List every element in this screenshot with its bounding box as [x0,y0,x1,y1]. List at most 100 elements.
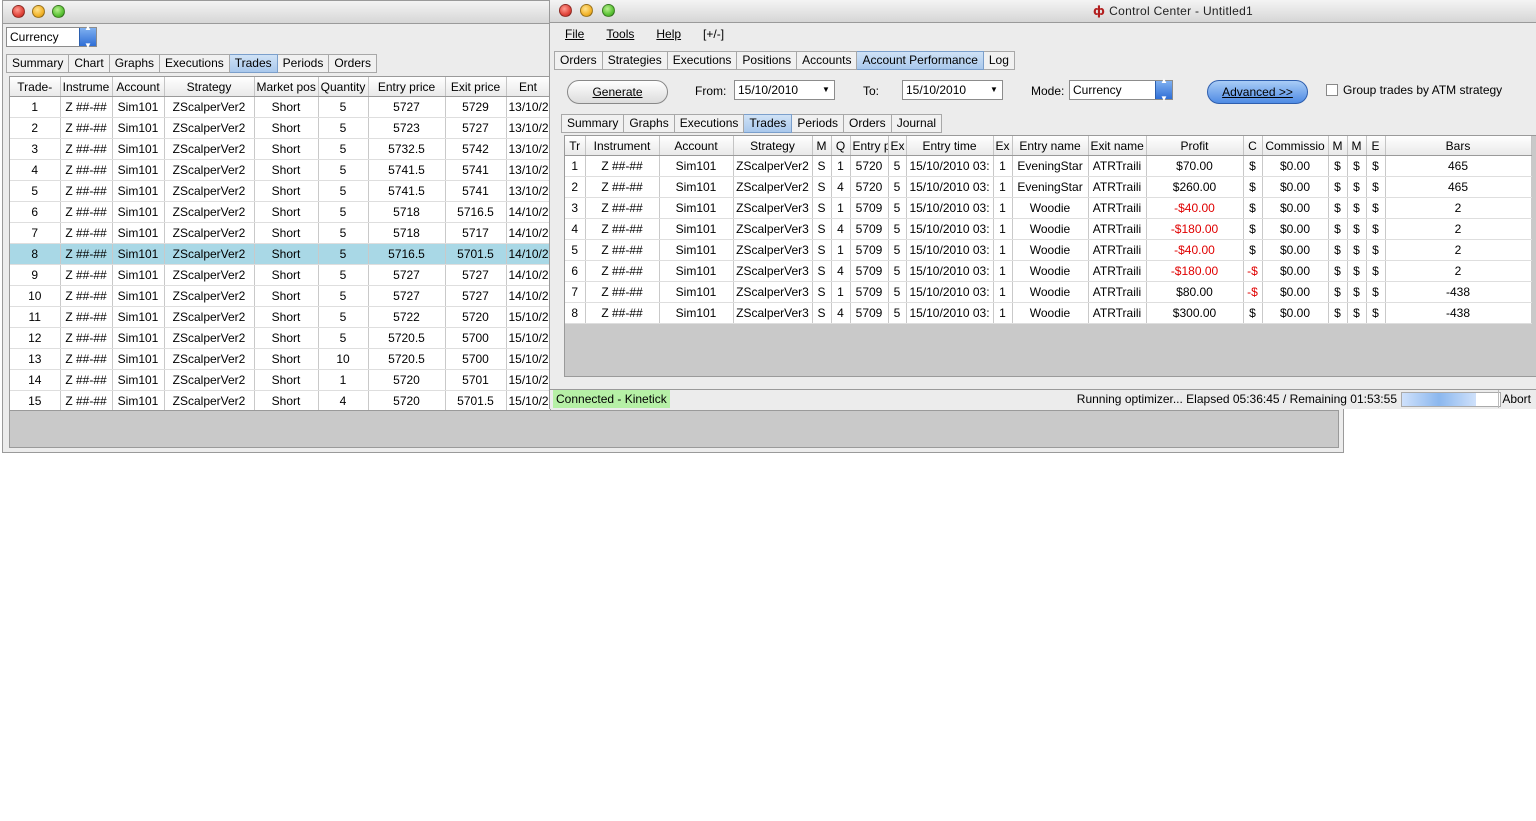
from-date-picker[interactable]: 15/10/2010 ▼ [734,80,835,100]
table-cell: $ [1366,155,1386,177]
column-header-m-16[interactable]: M [1347,136,1367,156]
left-tab-periods[interactable]: Periods [277,54,330,73]
mode-select[interactable]: Currency ▲ ▼ [1069,76,1173,103]
column-header-ex-7[interactable]: Ex [888,136,907,156]
table-cell: $ [1328,218,1348,240]
table-cell: 14 [10,369,61,391]
table-row[interactable]: 3Z ##-## Sim101 ZScalperVer3 S 1 5709 5 15/10/2… [565,197,1532,219]
column-header-trade-0[interactable]: Trade- [10,77,61,97]
close-icon[interactable] [559,4,572,17]
table-cell: S [812,302,832,324]
left-tab-orders[interactable]: Orders [329,54,378,73]
zoom-icon[interactable] [602,4,615,17]
subtab-journal[interactable]: Journal [891,114,943,133]
left-tab-executions[interactable]: Executions [160,54,230,73]
column-header-entry-p-6[interactable]: Entry p [850,136,889,156]
column-header-exit-price-7[interactable]: Exit price [445,77,507,97]
column-header-strategy-3[interactable]: Strategy [733,136,813,156]
minimize-icon[interactable] [32,5,45,18]
table-row[interactable]: 7Z ##-## Sim101 ZScalperVer2 Short 5 5718 5717… [10,222,550,244]
column-header-profit-12[interactable]: Profit [1146,136,1244,156]
table-cell: -$40.00 [1146,239,1244,261]
table-row[interactable]: 11 Z ##-## Sim101 ZScalperVer2 Short 5 5722 572… [10,306,550,328]
tab-executions[interactable]: Executions [667,51,738,70]
column-header-m-4[interactable]: M [812,136,832,156]
column-header-commissio-14[interactable]: Commissio [1262,136,1329,156]
column-header-entry-name-10[interactable]: Entry name [1012,136,1089,156]
menu-expand[interactable]: [+/-] [703,27,724,41]
header-row: Trade- Instrume Account Strategy Market pos Q… [10,77,550,97]
tab-account-performance[interactable]: Account Performance [857,51,984,70]
table-row[interactable]: 7Z ##-## Sim101 ZScalperVer3 S 1 5709 5 15/10/2… [565,281,1532,303]
subtab-graphs[interactable]: Graphs [624,114,675,133]
table-row[interactable]: 1Z ##-## Sim101 ZScalperVer2 S 1 5720 5 15/10/2… [565,155,1532,177]
subtab-trades[interactable]: Trades [744,114,793,133]
column-header-bars-18[interactable]: Bars [1385,136,1532,156]
table-row[interactable]: 5Z ##-## Sim101 ZScalperVer3 S 1 5709 5 15/10/2… [565,239,1532,261]
table-row[interactable]: 10 Z ##-## Sim101 ZScalperVer2 Short 5 5727 572… [10,285,550,307]
column-header-ex-9[interactable]: Ex [993,136,1013,156]
column-header-entry-time-8[interactable]: Entry time [906,136,994,156]
column-header-instrume-1[interactable]: Instrume [60,77,113,97]
table-row[interactable]: 6Z ##-## Sim101 ZScalperVer3 S 4 5709 5 15/10/2… [565,260,1532,282]
column-header-tr-0[interactable]: Tr [565,136,586,156]
table-row[interactable]: 4Z ##-## Sim101 ZScalperVer2 Short 5 5741.5 57… [10,159,550,181]
table-row[interactable]: 3Z ##-## Sim101 ZScalperVer2 Short 5 5732.5 57… [10,138,550,160]
menu-file[interactable]: File [565,27,584,41]
tab-accounts[interactable]: Accounts [797,51,858,70]
subtab-orders[interactable]: Orders [844,114,892,133]
minimize-icon[interactable] [580,4,593,17]
table-row[interactable]: 15 Z ##-## Sim101 ZScalperVer2 Short 4 5720 570… [10,390,550,411]
table-row[interactable]: 2Z ##-## Sim101 ZScalperVer2 S 4 5720 5 15/10/2… [565,176,1532,198]
column-header-m-15[interactable]: M [1328,136,1348,156]
table-row[interactable]: 5Z ##-## Sim101 ZScalperVer2 Short 5 5741.5 57… [10,180,550,202]
column-header-instrument-1[interactable]: Instrument [585,136,660,156]
table-row[interactable]: 6Z ##-## Sim101 ZScalperVer2 Short 5 5718 5716… [10,201,550,223]
left-tab-summary[interactable]: Summary [6,54,70,73]
table-row[interactable]: 8Z ##-## Sim101 ZScalperVer3 S 4 5709 5 15/10/2… [565,302,1532,324]
generate-button[interactable]: Generate [567,80,668,104]
group-atm-checkbox[interactable] [1326,84,1338,96]
table-cell: 1 [993,281,1013,303]
table-row[interactable]: 9Z ##-## Sim101 ZScalperVer2 Short 5 5727 5727… [10,264,550,286]
close-icon[interactable] [12,5,25,18]
table-row[interactable]: 13 Z ##-## Sim101 ZScalperVer2 Short 10 5720.5… [10,348,550,370]
table-cell: Z ##-## [585,281,660,303]
table-row[interactable]: 1Z ##-## Sim101 ZScalperVer2 Short 5 5727 5729… [10,96,550,118]
column-header-quantity-5[interactable]: Quantity [318,77,369,97]
menu-tools[interactable]: Tools [606,27,634,41]
left-tab-trades[interactable]: Trades [229,54,278,73]
column-header-entry-price-6[interactable]: Entry price [368,77,446,97]
table-row[interactable]: 2Z ##-## Sim101 ZScalperVer2 Short 5 5723 5727… [10,117,550,139]
table-row[interactable]: 12 Z ##-## Sim101 ZScalperVer2 Short 5 5720.5 5… [10,327,550,349]
zoom-icon[interactable] [52,5,65,18]
column-header-e-17[interactable]: E [1366,136,1386,156]
table-cell: 15/10/2010 03: [906,302,994,324]
subtab-periods[interactable]: Periods [792,114,844,133]
left-mode-select[interactable]: Currency ▲ ▼ [6,23,97,50]
column-header-strategy-3[interactable]: Strategy [164,77,255,97]
subtab-executions[interactable]: Executions [674,114,745,133]
subtab-summary[interactable]: Summary [561,114,625,133]
column-header-ent-8[interactable]: Ent [506,77,550,97]
column-header-q-5[interactable]: Q [831,136,851,156]
tab-orders[interactable]: Orders [554,51,603,70]
left-tab-chart[interactable]: Chart [69,54,110,73]
column-header-c-13[interactable]: C [1243,136,1263,156]
abort-button[interactable]: Abort [1498,390,1534,408]
to-date-picker[interactable]: 15/10/2010 ▼ [902,80,1003,100]
tab-strategies[interactable]: Strategies [602,51,668,70]
advanced-button[interactable]: Advanced >> [1207,80,1308,104]
column-header-account-2[interactable]: Account [659,136,734,156]
table-row[interactable]: 4Z ##-## Sim101 ZScalperVer3 S 4 5709 5 15/10/2… [565,218,1532,240]
column-header-exit-name-11[interactable]: Exit name [1088,136,1147,156]
table-cell: S [812,281,832,303]
menu-help[interactable]: Help [656,27,681,41]
column-header-market-pos-4[interactable]: Market pos [254,77,319,97]
table-row[interactable]: 14 Z ##-## Sim101 ZScalperVer2 Short 1 5720 570… [10,369,550,391]
table-row[interactable]: 8Z ##-## Sim101 ZScalperVer2 Short 5 5716.5 57… [10,243,550,265]
left-tab-graphs[interactable]: Graphs [109,54,161,73]
tab-positions[interactable]: Positions [737,51,798,70]
column-header-account-2[interactable]: Account [112,77,165,97]
tab-log[interactable]: Log [983,51,1015,70]
